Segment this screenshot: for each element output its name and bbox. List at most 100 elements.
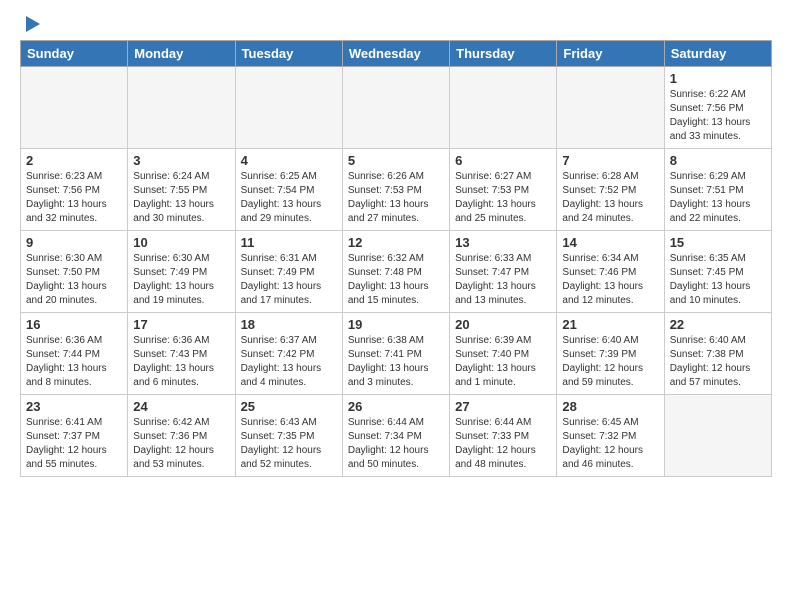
calendar-cell: 4 Sunrise: 6:25 AM Sunset: 7:54 PM Daylig… bbox=[235, 149, 342, 231]
day-info: Sunrise: 6:36 AM Sunset: 7:43 PM Dayligh… bbox=[133, 334, 229, 390]
calendar-cell bbox=[557, 67, 664, 149]
calendar-cell: 18Sunrise: 6:37 AM Sunset: 7:42 PM Dayli… bbox=[235, 313, 342, 395]
page: SundayMondayTuesdayWednesdayThursdayFrid… bbox=[0, 0, 792, 493]
day-info: Sunrise: 6:24 AM Sunset: 7:55 PM Dayligh… bbox=[133, 170, 229, 226]
day-number: 7 bbox=[562, 153, 658, 168]
weekday-header-tuesday: Tuesday bbox=[235, 41, 342, 67]
calendar-cell: 3 Sunrise: 6:24 AM Sunset: 7:55 PM Daylig… bbox=[128, 149, 235, 231]
day-number: 15 bbox=[670, 235, 766, 250]
day-info: Sunrise: 6:23 AM Sunset: 7:56 PM Dayligh… bbox=[26, 170, 122, 226]
day-number: 12 bbox=[348, 235, 444, 250]
day-number: 3 bbox=[133, 153, 229, 168]
weekday-header-thursday: Thursday bbox=[450, 41, 557, 67]
day-number: 9 bbox=[26, 235, 122, 250]
calendar-week-2: 9 Sunrise: 6:30 AM Sunset: 7:50 PM Daylig… bbox=[21, 231, 772, 313]
calendar-week-3: 16 Sunrise: 6:36 AM Sunset: 7:44 PM Dayli… bbox=[21, 313, 772, 395]
day-number: 10 bbox=[133, 235, 229, 250]
calendar-cell: 15 Sunrise: 6:35 AM Sunset: 7:45 PM Dayli… bbox=[664, 231, 771, 313]
day-info: Sunrise: 6:31 AM Sunset: 7:49 PM Dayligh… bbox=[241, 252, 337, 308]
day-number: 2 bbox=[26, 153, 122, 168]
calendar-cell bbox=[21, 67, 128, 149]
day-info: Sunrise: 6:42 AM Sunset: 7:36 PM Dayligh… bbox=[133, 416, 229, 472]
calendar-cell bbox=[664, 395, 771, 477]
calendar-cell: 14Sunrise: 6:34 AM Sunset: 7:46 PM Dayli… bbox=[557, 231, 664, 313]
day-number: 26 bbox=[348, 399, 444, 414]
calendar-cell: 23 Sunrise: 6:41 AM Sunset: 7:37 PM Dayli… bbox=[21, 395, 128, 477]
calendar-cell: 13 Sunrise: 6:33 AM Sunset: 7:47 PM Dayli… bbox=[450, 231, 557, 313]
calendar-week-0: 1 Sunrise: 6:22 AM Sunset: 7:56 PM Daylig… bbox=[21, 67, 772, 149]
calendar-cell: 21 Sunrise: 6:40 AM Sunset: 7:39 PM Dayli… bbox=[557, 313, 664, 395]
calendar-header-row: SundayMondayTuesdayWednesdayThursdayFrid… bbox=[21, 41, 772, 67]
calendar-cell: 1 Sunrise: 6:22 AM Sunset: 7:56 PM Daylig… bbox=[664, 67, 771, 149]
calendar-cell: 8 Sunrise: 6:29 AM Sunset: 7:51 PM Daylig… bbox=[664, 149, 771, 231]
day-info: Sunrise: 6:36 AM Sunset: 7:44 PM Dayligh… bbox=[26, 334, 122, 390]
day-info: Sunrise: 6:30 AM Sunset: 7:50 PM Dayligh… bbox=[26, 252, 122, 308]
day-number: 13 bbox=[455, 235, 551, 250]
calendar-cell: 9 Sunrise: 6:30 AM Sunset: 7:50 PM Daylig… bbox=[21, 231, 128, 313]
calendar-cell: 16 Sunrise: 6:36 AM Sunset: 7:44 PM Dayli… bbox=[21, 313, 128, 395]
day-info: Sunrise: 6:27 AM Sunset: 7:53 PM Dayligh… bbox=[455, 170, 551, 226]
calendar-cell bbox=[128, 67, 235, 149]
header bbox=[20, 16, 772, 32]
day-info: Sunrise: 6:44 AM Sunset: 7:34 PM Dayligh… bbox=[348, 416, 444, 472]
day-info: Sunrise: 6:40 AM Sunset: 7:38 PM Dayligh… bbox=[670, 334, 766, 390]
calendar-cell bbox=[450, 67, 557, 149]
logo bbox=[20, 16, 44, 32]
weekday-header-sunday: Sunday bbox=[21, 41, 128, 67]
calendar-week-4: 23 Sunrise: 6:41 AM Sunset: 7:37 PM Dayli… bbox=[21, 395, 772, 477]
weekday-header-monday: Monday bbox=[128, 41, 235, 67]
day-info: Sunrise: 6:28 AM Sunset: 7:52 PM Dayligh… bbox=[562, 170, 658, 226]
day-info: Sunrise: 6:40 AM Sunset: 7:39 PM Dayligh… bbox=[562, 334, 658, 390]
day-number: 23 bbox=[26, 399, 122, 414]
weekday-header-wednesday: Wednesday bbox=[342, 41, 449, 67]
day-info: Sunrise: 6:29 AM Sunset: 7:51 PM Dayligh… bbox=[670, 170, 766, 226]
day-info: Sunrise: 6:37 AM Sunset: 7:42 PM Dayligh… bbox=[241, 334, 337, 390]
calendar-cell: 19 Sunrise: 6:38 AM Sunset: 7:41 PM Dayli… bbox=[342, 313, 449, 395]
logo-icon bbox=[22, 14, 44, 36]
day-info: Sunrise: 6:22 AM Sunset: 7:56 PM Dayligh… bbox=[670, 88, 766, 144]
day-number: 11 bbox=[241, 235, 337, 250]
day-number: 1 bbox=[670, 71, 766, 86]
day-info: Sunrise: 6:33 AM Sunset: 7:47 PM Dayligh… bbox=[455, 252, 551, 308]
day-number: 6 bbox=[455, 153, 551, 168]
weekday-header-saturday: Saturday bbox=[664, 41, 771, 67]
weekday-header-friday: Friday bbox=[557, 41, 664, 67]
calendar-cell: 12 Sunrise: 6:32 AM Sunset: 7:48 PM Dayli… bbox=[342, 231, 449, 313]
day-info: Sunrise: 6:39 AM Sunset: 7:40 PM Dayligh… bbox=[455, 334, 551, 390]
calendar-cell: 24 Sunrise: 6:42 AM Sunset: 7:36 PM Dayli… bbox=[128, 395, 235, 477]
calendar-cell: 5 Sunrise: 6:26 AM Sunset: 7:53 PM Daylig… bbox=[342, 149, 449, 231]
calendar-cell: 6 Sunrise: 6:27 AM Sunset: 7:53 PM Daylig… bbox=[450, 149, 557, 231]
day-number: 21 bbox=[562, 317, 658, 332]
calendar-cell: 7 Sunrise: 6:28 AM Sunset: 7:52 PM Daylig… bbox=[557, 149, 664, 231]
calendar-cell bbox=[342, 67, 449, 149]
day-info: Sunrise: 6:34 AM Sunset: 7:46 PM Dayligh… bbox=[562, 252, 658, 308]
day-info: Sunrise: 6:45 AM Sunset: 7:32 PM Dayligh… bbox=[562, 416, 658, 472]
day-number: 20 bbox=[455, 317, 551, 332]
day-info: Sunrise: 6:38 AM Sunset: 7:41 PM Dayligh… bbox=[348, 334, 444, 390]
calendar-cell: 10Sunrise: 6:30 AM Sunset: 7:49 PM Dayli… bbox=[128, 231, 235, 313]
day-number: 25 bbox=[241, 399, 337, 414]
calendar: SundayMondayTuesdayWednesdayThursdayFrid… bbox=[20, 40, 772, 477]
day-number: 19 bbox=[348, 317, 444, 332]
calendar-cell: 22Sunrise: 6:40 AM Sunset: 7:38 PM Dayli… bbox=[664, 313, 771, 395]
day-info: Sunrise: 6:32 AM Sunset: 7:48 PM Dayligh… bbox=[348, 252, 444, 308]
day-number: 5 bbox=[348, 153, 444, 168]
day-number: 8 bbox=[670, 153, 766, 168]
day-number: 28 bbox=[562, 399, 658, 414]
day-number: 27 bbox=[455, 399, 551, 414]
day-number: 4 bbox=[241, 153, 337, 168]
day-info: Sunrise: 6:26 AM Sunset: 7:53 PM Dayligh… bbox=[348, 170, 444, 226]
calendar-cell: 27 Sunrise: 6:44 AM Sunset: 7:33 PM Dayli… bbox=[450, 395, 557, 477]
calendar-week-1: 2 Sunrise: 6:23 AM Sunset: 7:56 PM Daylig… bbox=[21, 149, 772, 231]
day-info: Sunrise: 6:44 AM Sunset: 7:33 PM Dayligh… bbox=[455, 416, 551, 472]
calendar-cell: 20 Sunrise: 6:39 AM Sunset: 7:40 PM Dayli… bbox=[450, 313, 557, 395]
calendar-cell: 11 Sunrise: 6:31 AM Sunset: 7:49 PM Dayli… bbox=[235, 231, 342, 313]
calendar-cell bbox=[235, 67, 342, 149]
day-info: Sunrise: 6:35 AM Sunset: 7:45 PM Dayligh… bbox=[670, 252, 766, 308]
day-number: 16 bbox=[26, 317, 122, 332]
day-number: 17 bbox=[133, 317, 229, 332]
day-info: Sunrise: 6:41 AM Sunset: 7:37 PM Dayligh… bbox=[26, 416, 122, 472]
calendar-cell: 28 Sunrise: 6:45 AM Sunset: 7:32 PM Dayli… bbox=[557, 395, 664, 477]
day-number: 24 bbox=[133, 399, 229, 414]
day-info: Sunrise: 6:25 AM Sunset: 7:54 PM Dayligh… bbox=[241, 170, 337, 226]
